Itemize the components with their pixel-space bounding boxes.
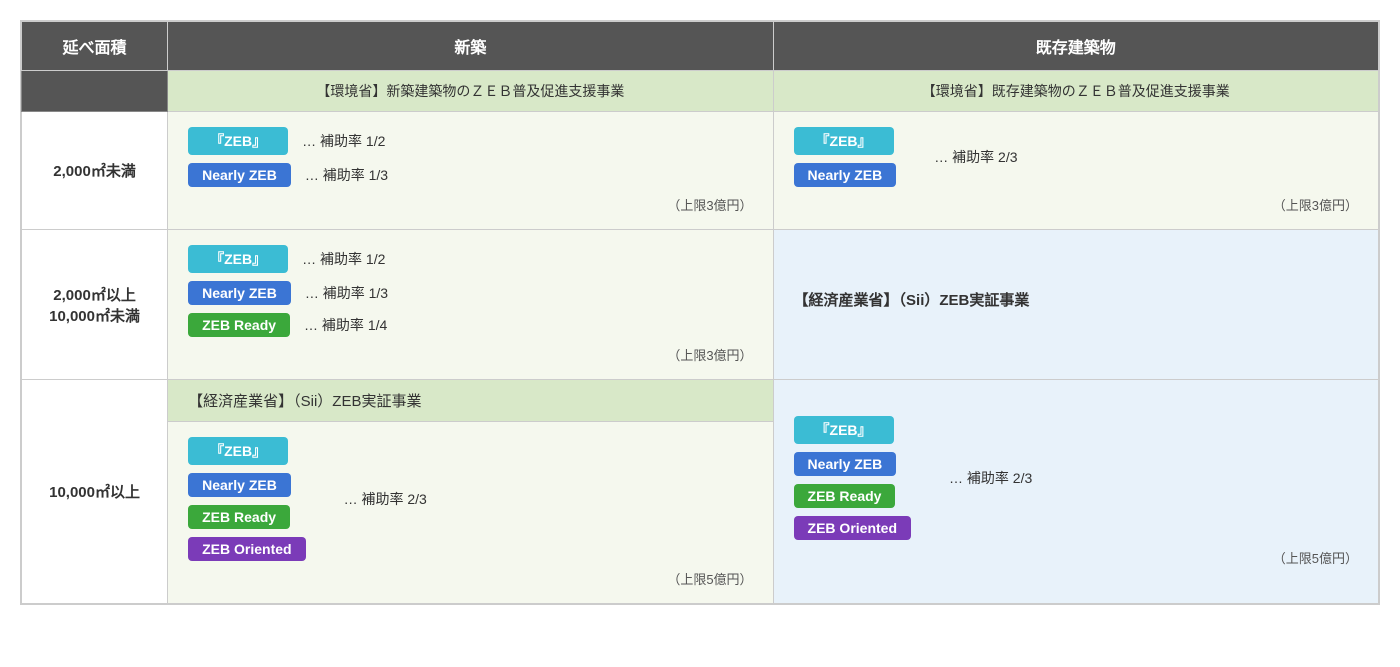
row3-col1-badge-zeb: 『ZEB』 <box>188 437 305 465</box>
badge-nearly-4: Nearly ZEB <box>188 473 291 497</box>
row1-col1-rate-nearly: … 補助率 1/3 <box>305 165 388 185</box>
badge-zeb-2: 『ZEB』 <box>794 127 894 155</box>
row3-col2-badge-zeb: 『ZEB』 <box>794 416 911 444</box>
badge-oriented-1: ZEB Oriented <box>188 537 305 561</box>
row2-col1-rate-zeb: … 補助率 1/2 <box>302 249 385 269</box>
subheader-row: 【環境省】新築建築物のＺＥＢ普及促進支援事業 【環境省】既存建築物のＺＥＢ普及促… <box>22 71 1379 112</box>
row2-col2-title: 【経済産業省】（Sii）ZEB実証事業 <box>794 289 1358 310</box>
subheader-col2: 【環境省】既存建築物のＺＥＢ普及促進支援事業 <box>773 71 1378 112</box>
row3-col1-content: 『ZEB』 Nearly ZEB ZEB Ready ZEB Oriented <box>168 421 772 603</box>
row3-col2-limit: （上限5億円） <box>794 548 1358 567</box>
row1-col1-badge-zeb: 『ZEB』 … 補助率 1/2 <box>188 127 752 155</box>
row1-col2-badge-zeb: 『ZEB』 <box>794 127 897 155</box>
row2-label: 2,000㎡以上 10,000㎡未満 <box>22 230 168 380</box>
row2-col1-rate-nearly: … 補助率 1/3 <box>305 283 388 303</box>
badge-zeb-3: 『ZEB』 <box>188 245 288 273</box>
badge-zeb-1: 『ZEB』 <box>188 127 288 155</box>
row-over-10000: 10,000㎡以上 【経済産業省】（Sii）ZEB実証事業 『ZEB』 Near… <box>22 380 1379 604</box>
row1-col1: 『ZEB』 … 補助率 1/2 Nearly ZEB … 補助率 1/3 （上限… <box>168 112 773 230</box>
badge-ready-1: ZEB Ready <box>188 313 290 337</box>
row1-col2-badge-nearly: Nearly ZEB <box>794 163 897 187</box>
header-col2: 既存建築物 <box>773 22 1378 71</box>
header-row-label: 延べ面積 <box>22 22 168 71</box>
row1-col2-limit: （上限3億円） <box>794 195 1358 214</box>
row3-col2-badge-ready: ZEB Ready <box>794 484 911 508</box>
subheader-empty <box>22 71 168 112</box>
badge-zeb-5: 『ZEB』 <box>794 416 894 444</box>
header-col1: 新築 <box>168 22 773 71</box>
badge-ready-2: ZEB Ready <box>188 505 290 529</box>
badge-oriented-2: ZEB Oriented <box>794 516 911 540</box>
row1-col2: 『ZEB』 Nearly ZEB … 補助率 2/3 （上限3億円） <box>773 112 1378 230</box>
row1-col1-badge-nearly: Nearly ZEB … 補助率 1/3 <box>188 163 752 187</box>
badge-ready-3: ZEB Ready <box>794 484 896 508</box>
row2-col1: 『ZEB』 … 補助率 1/2 Nearly ZEB … 補助率 1/3 ZEB… <box>168 230 773 380</box>
row3-col1-badge-nearly: Nearly ZEB <box>188 473 305 497</box>
row-2000-10000: 2,000㎡以上 10,000㎡未満 『ZEB』 … 補助率 1/2 Nearl… <box>22 230 1379 380</box>
row1-label: 2,000㎡未満 <box>22 112 168 230</box>
row3-label: 10,000㎡以上 <box>22 380 168 604</box>
badge-nearly-3: Nearly ZEB <box>188 281 291 305</box>
row3-col1-header: 【経済産業省】（Sii）ZEB実証事業 <box>168 380 772 421</box>
row2-col1-badge-ready: ZEB Ready … 補助率 1/4 <box>188 313 752 337</box>
row3-col1: 【経済産業省】（Sii）ZEB実証事業 『ZEB』 Nearly ZEB <box>168 380 773 604</box>
row-under-2000: 2,000㎡未満 『ZEB』 … 補助率 1/2 Nearly ZEB … 補助… <box>22 112 1379 230</box>
row3-col1-limit: （上限5億円） <box>188 569 752 588</box>
row3-col1-badge-ready: ZEB Ready <box>188 505 305 529</box>
row2-col1-rate-ready: … 補助率 1/4 <box>304 315 387 335</box>
row3-col2: 『ZEB』 Nearly ZEB ZEB Ready ZEB Oriented <box>773 380 1378 604</box>
row1-col1-rate-zeb: … 補助率 1/2 <box>302 131 385 151</box>
badge-zeb-4: 『ZEB』 <box>188 437 288 465</box>
row1-col2-rate: … 補助率 2/3 <box>934 149 1017 165</box>
row2-col2: 【経済産業省】（Sii）ZEB実証事業 <box>773 230 1378 380</box>
badge-nearly-1: Nearly ZEB <box>188 163 291 187</box>
row2-col1-badge-nearly: Nearly ZEB … 補助率 1/3 <box>188 281 752 305</box>
row3-col2-badge-nearly: Nearly ZEB <box>794 452 911 476</box>
row1-col1-limit: （上限3億円） <box>188 195 752 214</box>
badge-nearly-5: Nearly ZEB <box>794 452 897 476</box>
subheader-col1: 【環境省】新築建築物のＺＥＢ普及促進支援事業 <box>168 71 773 112</box>
row2-col1-limit: （上限3億円） <box>188 345 752 364</box>
row2-col1-badge-zeb: 『ZEB』 … 補助率 1/2 <box>188 245 752 273</box>
row3-col1-rate: … 補助率 2/3 <box>344 491 427 507</box>
row3-col2-badge-oriented: ZEB Oriented <box>794 516 911 540</box>
row3-col1-badge-oriented: ZEB Oriented <box>188 537 305 561</box>
header-row: 延べ面積 新築 既存建築物 <box>22 22 1379 71</box>
main-table-wrapper: 延べ面積 新築 既存建築物 【環境省】新築建築物のＺＥＢ普及促進支援事業 【環境… <box>20 20 1380 605</box>
row3-col2-rate: … 補助率 2/3 <box>949 470 1032 486</box>
badge-nearly-2: Nearly ZEB <box>794 163 897 187</box>
